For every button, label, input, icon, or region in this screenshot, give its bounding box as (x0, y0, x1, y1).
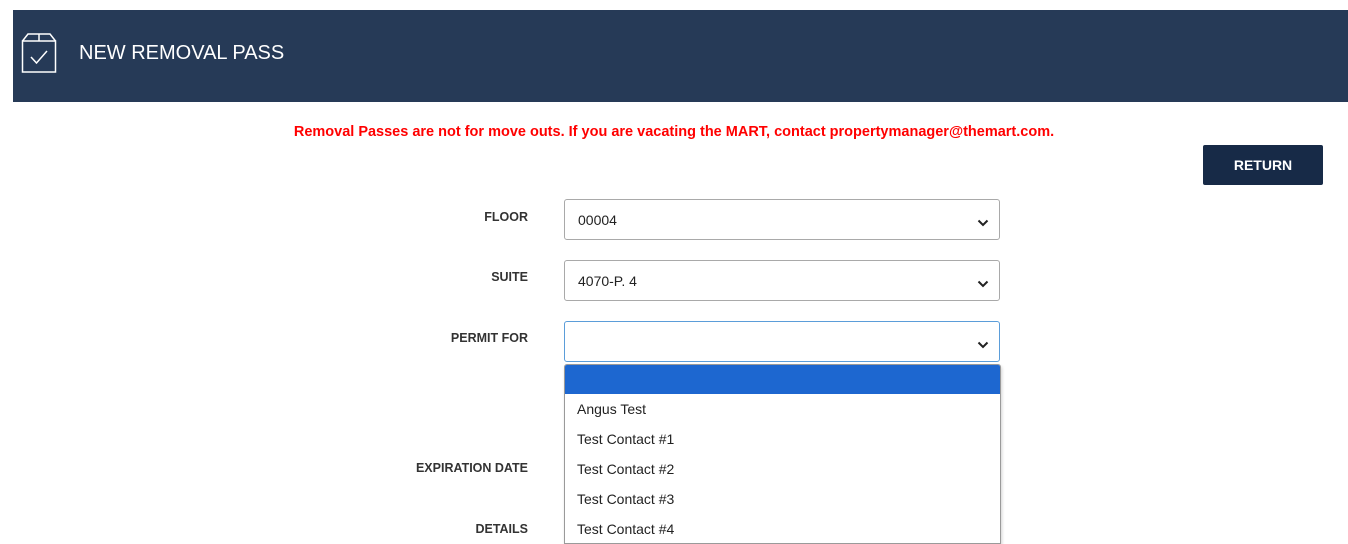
move-out-warning: Removal Passes are not for move outs. If… (293, 124, 1055, 140)
dropdown-option[interactable]: Angus Test (565, 394, 1000, 424)
dropdown-option[interactable]: Test Contact #2 (565, 454, 1000, 484)
dropdown-option[interactable]: Test Contact #3 (565, 484, 1000, 514)
dropdown-option[interactable]: Test Contact #4 (565, 514, 1000, 543)
chevron-down-icon (977, 276, 989, 288)
suite-select[interactable]: 4070-P. 4 (564, 260, 1000, 301)
floor-select[interactable]: 00004 (564, 199, 1000, 240)
dropdown-option[interactable]: Test Contact #1 (565, 424, 1000, 454)
chevron-down-icon (977, 337, 989, 349)
page-title: NEW REMOVAL PASS (79, 42, 285, 64)
dropdown-option-blank[interactable] (565, 365, 1000, 394)
permit-for-select[interactable] (564, 321, 1000, 362)
details-label: DETAILS (475, 522, 528, 536)
expiration-date-label: EXPIRATION DATE (415, 461, 528, 475)
permit-for-label: PERMIT FOR (450, 331, 528, 345)
chevron-down-icon (977, 215, 989, 227)
package-check-icon (21, 32, 57, 74)
suite-label: SUITE (491, 270, 528, 284)
page-header: NEW REMOVAL PASS (13, 10, 1348, 102)
return-button[interactable]: RETURN (1203, 145, 1323, 185)
permit-for-dropdown-list: Angus Test Test Contact #1 Test Contact … (564, 364, 1001, 544)
suite-select-value: 4070-P. 4 (578, 273, 637, 289)
floor-label: FLOOR (484, 210, 528, 224)
floor-select-value: 00004 (578, 212, 617, 228)
